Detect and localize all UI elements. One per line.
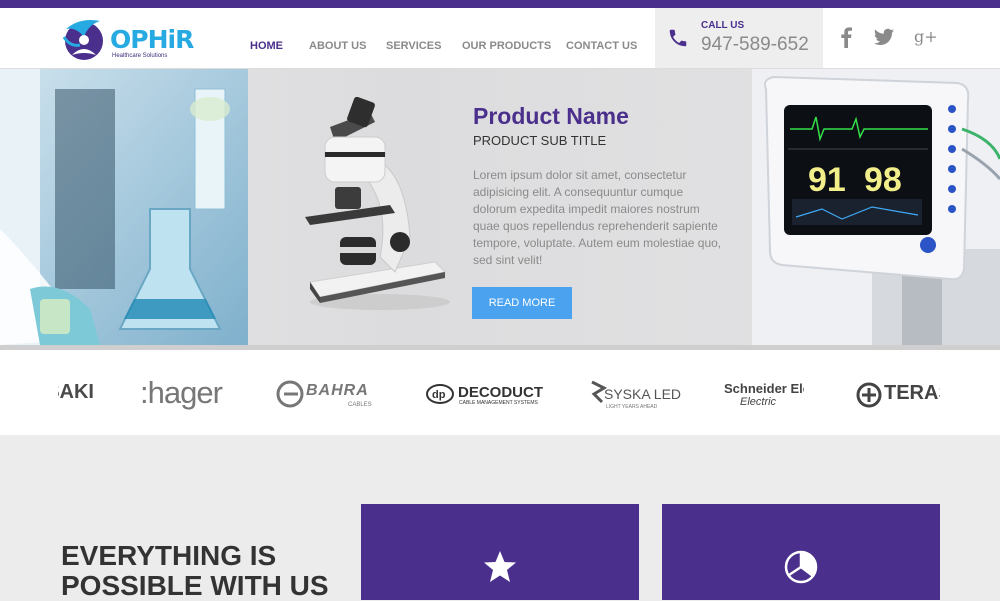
brand-logo-bahra[interactable]: BAHRA CABLES [276,378,396,410]
brand-logo-teras[interactable]: TERAS [856,380,940,410]
syska-wordmark: SYSKA LED [604,386,682,402]
syska-sublabel: LIGHT YEARS AHEAD [606,404,658,410]
nav-our-products[interactable]: OUR PRODUCTS [462,16,551,76]
headline-line-1: EVERYTHING IS [61,540,277,571]
brand-logo-saki[interactable]: SAKI [58,350,94,435]
features-headline: EVERYTHING IS POSSIBLE WITH US [61,541,329,601]
call-us-label: CALL US [701,20,745,31]
phone-icon [669,29,687,47]
ophir-logo[interactable]: OPHiR Healthcare Solutions [60,15,194,63]
google-plus-icon[interactable]: g+ [914,26,940,48]
lab-photo [0,69,248,345]
facebook-icon[interactable] [838,26,854,48]
product-name: Product Name [473,103,629,129]
decoduct-wordmark: DECODUCT [458,384,543,401]
bahra-wordmark: BAHRA [306,382,369,399]
google-plus-label: g+ [914,27,938,46]
logo-emblem-icon [62,20,103,60]
monitor-reading-2: 98 [864,161,902,199]
headline-line-2: POSSIBLE WITH US [61,570,329,601]
feature-card-star[interactable] [361,504,639,600]
product-subtitle: PRODUCT SUB TITLE [473,133,607,148]
nav-services[interactable]: SERVICES [386,16,441,76]
twitter-icon[interactable] [873,26,895,48]
monitor-reading-1: 91 [808,161,846,199]
svg-text:dp: dp [432,389,446,401]
product-description: Lorem ipsum dolor sit amet, consectetur … [473,168,722,267]
brand-logo-schneider[interactable]: Schneider Electric Electric [724,380,804,412]
call-us-box[interactable]: CALL US 947-589-652 [655,8,823,68]
decoduct-sublabel: CABLE MANAGEMENT SYSTEMS [459,400,538,406]
nav-about-us[interactable]: ABOUT US [309,16,366,76]
read-more-button[interactable]: READ MORE [472,287,572,319]
bahra-emblem-icon [276,380,304,408]
nav-home[interactable]: HOME [250,16,283,76]
hero-banner: Product Name PRODUCT SUB TITLE Lorem ips… [0,69,1000,345]
schneider-sublabel: Electric [740,396,777,408]
microscope-image [305,97,450,310]
decoduct-emblem-icon: dp [426,384,454,404]
star-icon [484,551,516,582]
feature-card-chart[interactable] [662,504,940,600]
pie-chart-icon [784,550,818,584]
brand-logo-syska[interactable]: SYSKA LED LIGHT YEARS AHEAD [588,378,688,412]
bahra-sublabel: CABLES [348,402,372,408]
teras-wordmark: TERAS [884,382,940,404]
schneider-wordmark: Schneider Electric [724,382,804,396]
brand-logo-decoduct[interactable]: dp DECODUCT CABLE MANAGEMENT SYSTEMS [426,380,550,410]
nav-contact-us[interactable]: CONTACT US [566,16,637,76]
logo-wordmark: OPHiR [110,25,194,54]
patient-monitor-photo: 91 98 [752,69,1000,345]
features-section: EVERYTHING IS POSSIBLE WITH US [0,435,1000,601]
logo-tagline: Healthcare Solutions [112,53,168,59]
brand-logo-hager[interactable]: :hager [140,350,223,435]
brand-logos-strip: SAKI :hager BAHRA CABLES dp DECODUCT CAB… [0,345,1000,435]
top-accent-bar [0,0,1000,8]
teras-emblem-icon [856,382,882,408]
phone-number[interactable]: 947-589-652 [701,34,809,56]
